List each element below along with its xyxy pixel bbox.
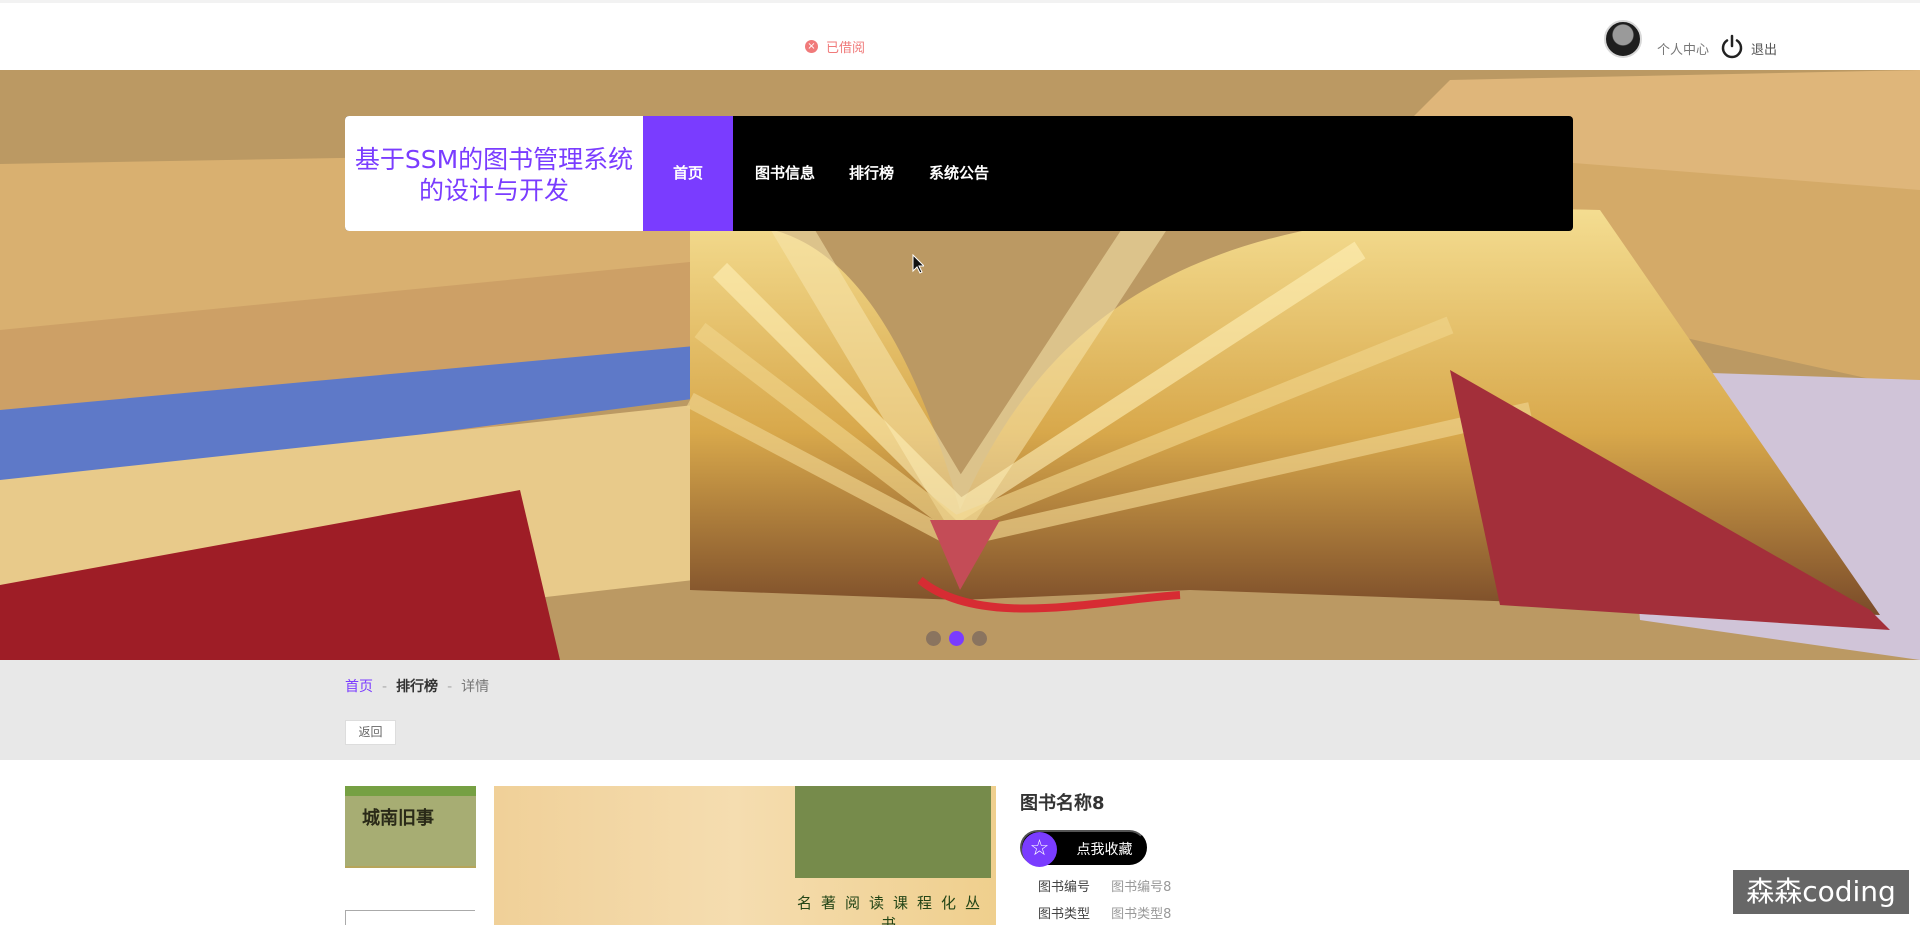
x-circle-icon: × xyxy=(805,40,818,53)
status-text: 已借阅 xyxy=(826,41,866,56)
mouse-cursor-icon xyxy=(912,254,924,274)
breadcrumb-separator: - xyxy=(382,679,388,695)
user-menu: 个人中心 退出 xyxy=(1603,17,1777,61)
cover-band xyxy=(345,786,476,796)
book-number-label: 图书编号 xyxy=(1038,880,1091,895)
nav-book-info[interactable]: 图书信息 xyxy=(755,116,815,231)
watermark: 森森coding xyxy=(1733,870,1909,914)
carousel-dots xyxy=(926,631,987,646)
book-number-row: 图书编号 图书编号8 xyxy=(1038,876,1171,895)
borrow-status: × 已借阅 xyxy=(805,37,865,56)
book-type-row: 图书类型 图书类型8 xyxy=(1038,903,1171,922)
thumbnail-title: 城南旧事 xyxy=(362,808,434,829)
children-photo xyxy=(795,786,991,878)
favorite-label: 点我收藏 xyxy=(1076,841,1133,857)
nav-home[interactable]: 首页 xyxy=(643,116,733,231)
breadcrumb-home[interactable]: 首页 xyxy=(345,679,373,695)
breadcrumb-detail: 详情 xyxy=(461,679,490,695)
book-title: 图书名称8 xyxy=(1020,793,1105,814)
book-number-value: 图书编号8 xyxy=(1111,880,1172,895)
star-icon: ☆ xyxy=(1022,832,1057,867)
carousel-dot[interactable] xyxy=(926,631,941,646)
top-bar: × 已借阅 个人中心 退出 xyxy=(0,0,1920,70)
logout-link[interactable]: 退出 xyxy=(1751,39,1777,58)
favorite-button[interactable]: ☆ 点我收藏 xyxy=(1020,830,1147,867)
breadcrumb-area xyxy=(0,660,1920,760)
profile-link[interactable]: 个人中心 xyxy=(1657,39,1709,58)
main-navigation: 基于SSM的图书管理系统的设计与开发 首页 图书信息 排行榜 系统公告 xyxy=(345,116,1573,231)
nav-announcements[interactable]: 系统公告 xyxy=(929,116,989,231)
book-type-label: 图书类型 xyxy=(1038,907,1091,922)
nav-ranking[interactable]: 排行榜 xyxy=(849,116,894,231)
book-thumbnail[interactable]: 城南旧事 xyxy=(345,786,476,868)
avatar[interactable] xyxy=(1603,20,1642,58)
power-icon[interactable] xyxy=(1718,33,1746,61)
carousel-dot[interactable] xyxy=(972,631,987,646)
book-main-image: 名著阅读课程化丛书 xyxy=(494,786,996,925)
site-title: 基于SSM的图书管理系统的设计与开发 xyxy=(345,116,643,231)
carousel-dot-active[interactable] xyxy=(949,631,964,646)
book-thumbnail-secondary[interactable] xyxy=(345,910,475,925)
book-type-value: 图书类型8 xyxy=(1111,907,1172,922)
main-art-label: 名著阅读课程化丛书 xyxy=(796,894,989,925)
breadcrumb: 首页 - 排行榜 - 详情 xyxy=(345,676,498,696)
breadcrumb-ranking[interactable]: 排行榜 xyxy=(396,679,438,695)
back-button[interactable]: 返回 xyxy=(345,720,396,745)
breadcrumb-separator: - xyxy=(447,679,453,695)
